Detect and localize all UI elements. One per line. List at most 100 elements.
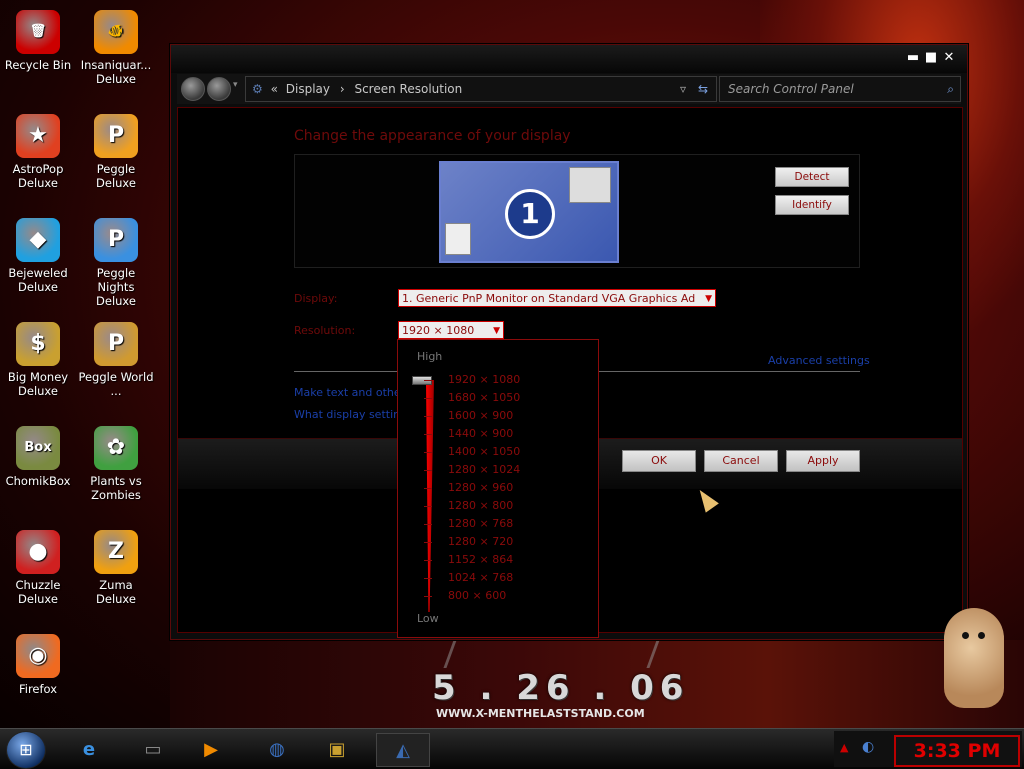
- refresh-icon[interactable]: ⇆: [698, 77, 708, 101]
- resolution-value: 1920 × 1080: [402, 324, 475, 337]
- resolution-option[interactable]: 1280 × 960: [448, 481, 513, 494]
- resolution-dropdown: High 1920 × 1080 1680 × 1050 1600 × 900 144…: [397, 339, 599, 638]
- apply-button[interactable]: Apply: [786, 450, 860, 472]
- media-player-icon[interactable]: ▶: [190, 733, 232, 765]
- desktop-icon-label: Peggle Deluxe: [96, 162, 136, 190]
- desktop-icon[interactable]: ● Chuzzle Deluxe: [0, 530, 76, 606]
- resolution-option[interactable]: 1280 × 768: [448, 517, 513, 530]
- desktop-icon[interactable]: $ Big Money Deluxe: [0, 322, 76, 398]
- search-icon[interactable]: ⌕: [947, 77, 954, 101]
- desktop-icon[interactable]: ◉ Firefox: [0, 634, 76, 696]
- desktop-icon-label: Chuzzle Deluxe: [15, 578, 61, 606]
- resolution-option[interactable]: 1280 × 720: [448, 535, 513, 548]
- slider-tick: [424, 470, 432, 471]
- diamond-icon: ◆: [16, 218, 60, 262]
- desktop-icon[interactable]: 🗑 Recycle Bin: [0, 10, 76, 72]
- desktop-icon[interactable]: ✿ Plants vs Zombies: [78, 426, 154, 502]
- desktop-icon[interactable]: ◆ Bejeweled Deluxe: [0, 218, 76, 294]
- desktop-icon[interactable]: P Peggle World ...: [78, 322, 154, 398]
- resolution-option[interactable]: 1440 × 900: [448, 427, 513, 440]
- resolution-option[interactable]: 1920 × 1080: [448, 373, 520, 386]
- start-button[interactable]: ⊞: [6, 731, 46, 769]
- minimize-icon[interactable]: ▬: [905, 51, 921, 65]
- chevron-down-icon: ▼: [493, 326, 500, 336]
- globe-icon[interactable]: ◍: [256, 733, 298, 765]
- resolution-option[interactable]: 1400 × 1050: [448, 445, 520, 458]
- monitor-number: 1: [505, 189, 555, 239]
- resolution-option[interactable]: 1152 × 864: [448, 553, 513, 566]
- title-bar[interactable]: [171, 45, 967, 73]
- control-panel-icon: ⚙: [252, 82, 263, 96]
- hamster-gadget[interactable]: [944, 608, 1004, 708]
- desktop-icon[interactable]: 🐠 Insaniquar... Deluxe: [78, 10, 154, 86]
- low-label: Low: [417, 612, 439, 625]
- monitor-1[interactable]: 1: [439, 161, 619, 263]
- text-size-link[interactable]: Make text and other: [294, 386, 405, 399]
- maximize-icon[interactable]: ■: [923, 51, 939, 65]
- slider-tick: [424, 380, 432, 381]
- close-icon[interactable]: ✕: [941, 51, 957, 65]
- desktop-icon-label: AstroPop Deluxe: [12, 162, 64, 190]
- desktop-icon-label: Insaniquar... Deluxe: [80, 58, 152, 86]
- slider-tick: [424, 596, 432, 597]
- advanced-settings-link[interactable]: Advanced settings: [768, 354, 870, 367]
- network-icon[interactable]: ◐: [862, 739, 874, 755]
- slider-tick: [424, 434, 432, 435]
- detect-button[interactable]: Detect: [775, 167, 849, 187]
- file-explorer-icon[interactable]: ▭: [132, 733, 174, 765]
- high-label: High: [417, 350, 443, 363]
- resolution-option[interactable]: 1024 × 768: [448, 571, 513, 584]
- desktop-icon[interactable]: P Peggle Deluxe: [78, 114, 154, 190]
- forward-button[interactable]: [207, 77, 231, 101]
- desktop-icon-label: Big Money Deluxe: [7, 370, 69, 398]
- control-panel-taskbar-icon[interactable]: ◭: [376, 733, 430, 767]
- desktop-icon-label: Bejeweled Deluxe: [8, 266, 68, 294]
- slider-tick: [424, 416, 432, 417]
- desktop-icon[interactable]: Z Zuma Deluxe: [78, 530, 154, 606]
- display-label: Display:: [294, 292, 338, 305]
- resolution-option[interactable]: 1280 × 1024: [448, 463, 520, 476]
- resolution-select[interactable]: 1920 × 1080 ▼: [398, 321, 504, 339]
- chuzzle-icon: ●: [16, 530, 60, 574]
- slider-tick: [424, 488, 432, 489]
- internet-explorer-icon[interactable]: e: [68, 733, 110, 765]
- resolution-option[interactable]: 800 × 600: [448, 589, 506, 602]
- tray-expand-icon[interactable]: ▲: [840, 741, 848, 754]
- breadcrumb-display[interactable]: Display: [286, 82, 330, 96]
- desktop-icon[interactable]: ★ AstroPop Deluxe: [0, 114, 76, 190]
- hamster-eye: [962, 632, 969, 639]
- firefox-icon: ◉: [16, 634, 60, 678]
- hamster-eye: [978, 632, 985, 639]
- money-bag-icon: $: [16, 322, 60, 366]
- wallpaper-date: 5 . 26 . 06: [432, 668, 690, 708]
- resolution-option[interactable]: 1600 × 900: [448, 409, 513, 422]
- chomikbox-icon[interactable]: ▣: [316, 733, 358, 765]
- cancel-button[interactable]: Cancel: [704, 450, 778, 472]
- slider-tick: [424, 524, 432, 525]
- search-input[interactable]: Search Control Panel ⌕: [719, 76, 961, 102]
- window-thumbnail-icon: [569, 167, 611, 203]
- breadcrumb-separator: ›: [339, 82, 345, 96]
- desktop-icon-label: Plants vs Zombies: [90, 474, 142, 502]
- address-bar[interactable]: ⚙ « Display › Screen Resolution ▿ ⇆: [245, 76, 717, 102]
- ok-button[interactable]: OK: [622, 450, 696, 472]
- back-button[interactable]: [181, 77, 205, 101]
- history-chevron-icon[interactable]: ▾: [233, 80, 238, 90]
- desktop-icon-label: Peggle World ...: [78, 370, 154, 398]
- desktop-icon[interactable]: Box ChomikBox: [0, 426, 76, 488]
- display-settings-link[interactable]: What display settings: [294, 408, 413, 421]
- clock[interactable]: 3:33 PM: [894, 735, 1020, 767]
- breadcrumb-screen-resolution[interactable]: Screen Resolution: [354, 82, 462, 96]
- identify-button[interactable]: Identify: [775, 195, 849, 215]
- peggle-icon: P: [94, 114, 138, 158]
- desktop-icon[interactable]: P Peggle Nights Deluxe: [78, 218, 154, 308]
- chevron-down-icon: ▼: [705, 294, 712, 304]
- display-select[interactable]: 1. Generic PnP Monitor on Standard VGA G…: [398, 289, 716, 307]
- resolution-option[interactable]: 1680 × 1050: [448, 391, 520, 404]
- resolution-option[interactable]: 1280 × 800: [448, 499, 513, 512]
- desktop-icon-label: Firefox: [18, 682, 58, 696]
- address-dropdown-icon[interactable]: ▿: [680, 77, 686, 101]
- windows-logo-icon: ⊞: [19, 740, 33, 759]
- navigation-bar: ▾ ⚙ « Display › Screen Resolution ▿ ⇆ Se…: [177, 74, 961, 104]
- desktop-icon-label: Peggle Nights Deluxe: [96, 266, 136, 308]
